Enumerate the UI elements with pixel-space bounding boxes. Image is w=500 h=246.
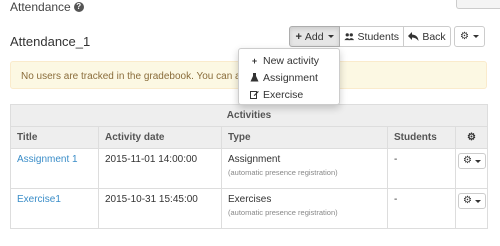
- reply-icon: [408, 32, 419, 41]
- activity-type: Assignment (automatic presence registrat…: [221, 148, 388, 189]
- menu-item-exercise[interactable]: Exercise: [239, 86, 339, 103]
- table-group-header: Activities: [9, 104, 489, 127]
- activity-type-label: Assignment: [228, 154, 281, 165]
- gears-icon: ⚙: [460, 30, 469, 42]
- column-header-students: Students: [387, 126, 456, 149]
- activity-title-link[interactable]: Assignment 1: [17, 154, 78, 165]
- column-header-title: Title: [10, 126, 99, 149]
- activity-type-note: (automatic presence registration): [228, 168, 338, 177]
- gear-icon: ⚙: [463, 195, 472, 206]
- menu-item-label: New activity: [263, 54, 320, 67]
- menu-item-assignment[interactable]: Assignment: [239, 69, 339, 86]
- activity-title-link[interactable]: Exercise1: [17, 194, 61, 205]
- plus-icon: +: [295, 30, 302, 43]
- menu-item-label: Assignment: [263, 71, 318, 84]
- users-icon: [344, 33, 355, 41]
- plus-icon: +: [251, 55, 258, 66]
- students-button-label: Students: [357, 30, 399, 43]
- add-button-label: Add: [304, 30, 324, 43]
- top-corner-button[interactable]: [456, 0, 500, 9]
- edit-icon: [250, 91, 259, 99]
- students-button[interactable]: Students: [340, 26, 404, 47]
- section-title: Attendance_1: [10, 34, 91, 49]
- gears-icon: ⚙: [467, 132, 476, 143]
- menu-item-label: Exercise: [263, 88, 304, 101]
- flask-icon: [250, 73, 259, 82]
- question-circle-icon[interactable]: ?: [73, 2, 84, 12]
- activity-students: -: [387, 148, 456, 189]
- alert-text: No users are tracked in the gradebook. Y…: [21, 71, 252, 82]
- activity-type: Exercises (automatic presence registrati…: [221, 188, 388, 229]
- back-button-label: Back: [422, 30, 446, 43]
- gear-icon: ⚙: [463, 155, 472, 166]
- row-settings-button[interactable]: ⚙: [458, 153, 486, 169]
- activity-students: -: [387, 188, 456, 229]
- add-dropdown-button[interactable]: + Add: [289, 26, 340, 47]
- settings-dropdown-button[interactable]: ⚙: [454, 26, 485, 47]
- page-title: Attendance ?: [10, 0, 84, 14]
- menu-item-new-activity[interactable]: + New activity: [239, 52, 339, 69]
- row-settings-button[interactable]: ⚙: [458, 193, 486, 209]
- table-row: Assignment 1 2015-11-01 14:00:00 Assignm…: [10, 148, 489, 189]
- add-dropdown-menu: + New activity Assignment Exercise: [238, 48, 340, 105]
- page-title-text: Attendance: [10, 0, 71, 14]
- activity-date: 2015-11-01 14:00:00: [98, 148, 222, 189]
- column-header-activity-date: Activity date: [98, 126, 222, 149]
- activity-type-label: Exercises: [228, 194, 272, 205]
- activities-table: Activities Title Activity date Type Stud…: [9, 104, 489, 229]
- activity-date: 2015-10-31 15:45:00: [98, 188, 222, 229]
- activity-type-note: (automatic presence registration): [228, 208, 338, 217]
- caret-down-icon: [474, 199, 481, 203]
- caret-down-icon: [472, 35, 479, 38]
- column-header-settings: ⚙: [454, 126, 489, 149]
- back-button[interactable]: Back: [404, 26, 451, 47]
- caret-down-icon: [474, 159, 481, 163]
- table-row: Exercise1 2015-10-31 15:45:00 Exercises …: [10, 188, 489, 229]
- caret-down-icon: [327, 35, 334, 38]
- column-header-type: Type: [221, 126, 388, 149]
